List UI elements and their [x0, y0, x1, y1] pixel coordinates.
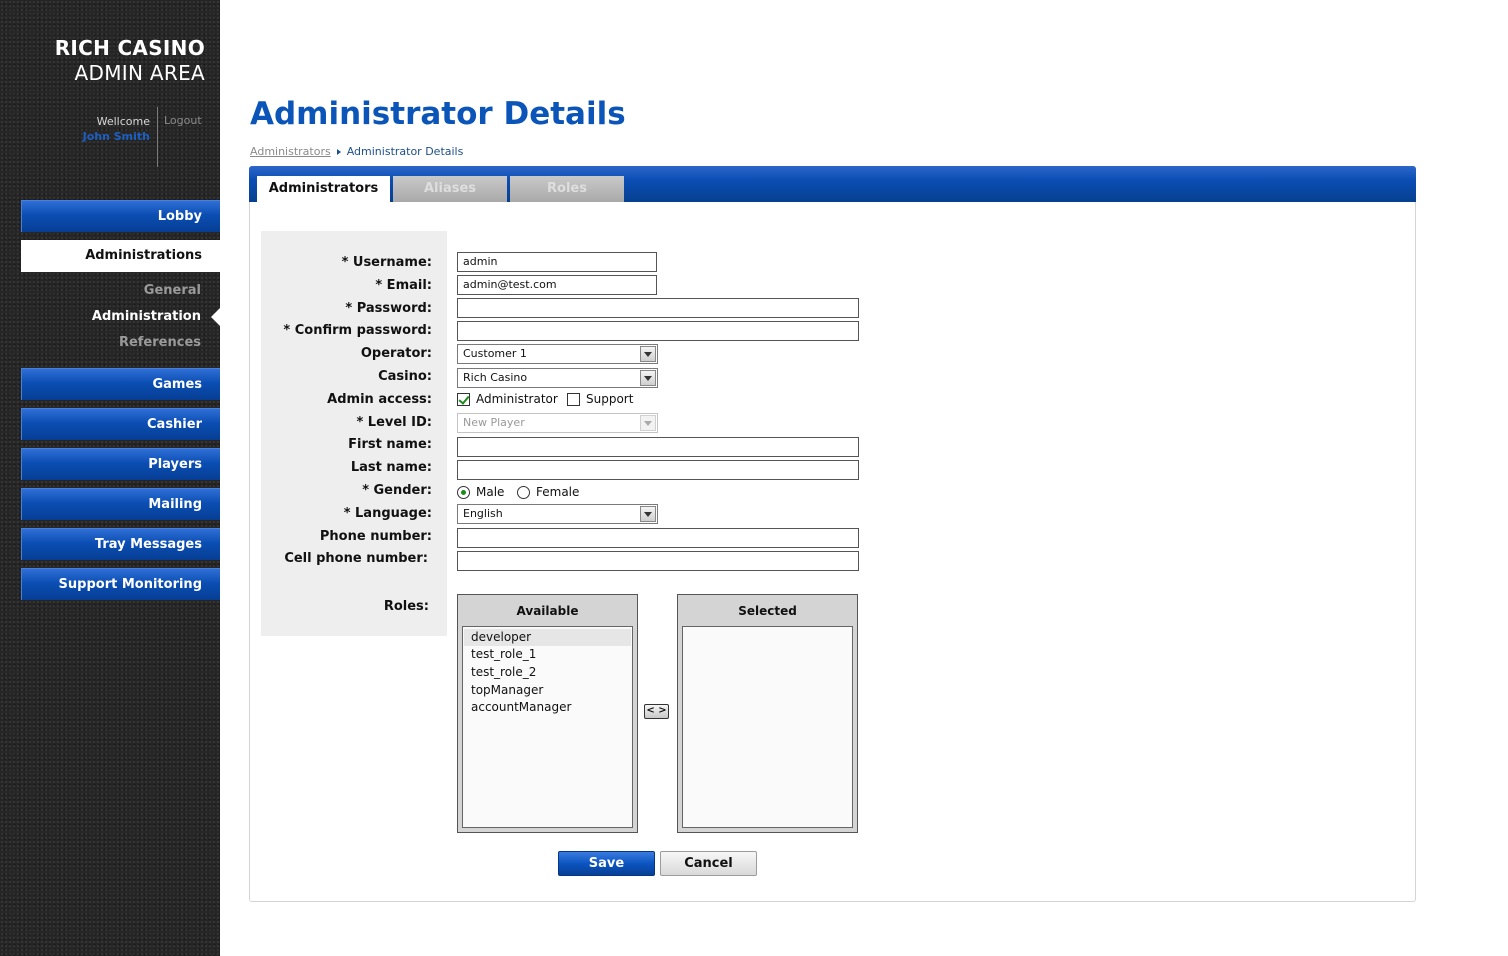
language-value: English [463, 507, 503, 520]
cancel-button[interactable]: Cancel [660, 851, 757, 876]
selected-roles-list[interactable] [682, 626, 853, 828]
tab-administrators[interactable]: Administrators [257, 176, 390, 202]
level-id-value: New Player [463, 416, 525, 429]
gender-male-label: Male [476, 485, 505, 499]
phone-number-input[interactable] [457, 528, 859, 548]
gender-male-radio[interactable] [457, 486, 470, 499]
cell-phone-number-input[interactable] [457, 551, 859, 571]
active-subnav-arrow-icon [211, 308, 220, 326]
tab-aliases[interactable]: Aliases [393, 176, 507, 202]
list-item[interactable]: topManager [464, 682, 631, 699]
selected-roles-box: Selected [677, 594, 858, 833]
brand-title: RICH CASINO [54, 36, 205, 60]
subnav-general[interactable]: General [144, 283, 201, 298]
list-item[interactable]: accountManager [464, 699, 631, 716]
casino-select[interactable]: Rich Casino [457, 368, 658, 388]
email-label: * Email: [375, 278, 432, 293]
last-name-label: Last name: [350, 460, 432, 475]
list-item[interactable]: test_role_1 [464, 646, 631, 663]
breadcrumb-current: Administrator Details [346, 145, 464, 158]
chevron-down-icon[interactable] [640, 370, 656, 386]
administrator-checkbox-label: Administrator [476, 392, 558, 406]
password-label: * Password: [345, 301, 432, 316]
subnav-administration[interactable]: Administration [92, 309, 201, 324]
subnav-references[interactable]: References [119, 335, 201, 350]
confirm-password-label: * Confirm password: [283, 323, 432, 338]
first-name-input[interactable] [457, 437, 859, 457]
support-checkbox-label: Support [586, 392, 634, 406]
gender-female-radio[interactable] [517, 486, 530, 499]
level-id-label: * Level ID: [356, 415, 432, 430]
email-input[interactable]: admin@test.com [457, 275, 657, 295]
list-item[interactable]: developer [464, 629, 631, 646]
app-root: RICH CASINO ADMIN AREA Wellcome John Smi… [0, 0, 1508, 956]
logout-link[interactable]: Logout [164, 114, 202, 127]
chevron-down-icon[interactable] [640, 346, 656, 362]
language-label: * Language: [343, 506, 432, 521]
nav-players[interactable]: Players [21, 448, 220, 480]
gender-female-label: Female [536, 485, 580, 499]
brand-subtitle: ADMIN AREA [74, 61, 205, 85]
welcome-block: Wellcome John Smith [60, 114, 150, 144]
admin-access-label: Admin access: [327, 392, 432, 407]
operator-value: Customer 1 [463, 347, 527, 360]
nav-games[interactable]: Games [21, 368, 220, 400]
operator-label: Operator: [360, 346, 432, 361]
first-name-label: First name: [348, 437, 432, 452]
welcome-divider [157, 107, 158, 167]
available-roles-box: Available developer test_role_1 test_rol… [457, 594, 638, 833]
move-roles-button[interactable]: < > [644, 704, 669, 719]
breadcrumb-link-administrators[interactable]: Administrators [250, 145, 331, 158]
selected-roles-title: Selected [738, 604, 797, 618]
operator-select[interactable]: Customer 1 [457, 344, 658, 364]
administrator-checkbox[interactable] [457, 393, 470, 406]
support-checkbox[interactable] [567, 393, 580, 406]
chevron-down-icon [640, 415, 656, 431]
page-title: Administrator Details [250, 96, 626, 132]
nav-mailing[interactable]: Mailing [21, 488, 220, 520]
available-roles-list[interactable]: developer test_role_1 test_role_2 topMan… [462, 626, 633, 828]
casino-value: Rich Casino [463, 371, 528, 384]
roles-label: Roles: [383, 599, 429, 614]
last-name-input[interactable] [457, 460, 859, 480]
brand: RICH CASINO ADMIN AREA [55, 36, 205, 86]
nav-lobby[interactable]: Lobby [21, 200, 220, 232]
username-input[interactable]: admin [457, 252, 657, 272]
cell-phone-number-label: Cell phone number: [284, 551, 428, 566]
welcome-text: Wellcome [96, 115, 150, 128]
user-name: John Smith [82, 130, 150, 143]
nav-cashier[interactable]: Cashier [21, 408, 220, 440]
list-item[interactable]: test_role_2 [464, 664, 631, 681]
breadcrumb-arrow-icon [336, 149, 341, 155]
confirm-password-input[interactable] [457, 321, 859, 341]
available-roles-title: Available [516, 604, 579, 618]
nav-support-monitoring[interactable]: Support Monitoring [21, 568, 220, 600]
password-input[interactable] [457, 298, 859, 318]
tab-roles[interactable]: Roles [510, 176, 624, 202]
sidebar: RICH CASINO ADMIN AREA Wellcome John Smi… [0, 0, 220, 956]
save-button[interactable]: Save [558, 851, 655, 876]
language-select[interactable]: English [457, 504, 658, 524]
phone-number-label: Phone number: [319, 529, 432, 544]
gender-label: * Gender: [362, 483, 432, 498]
nav-administrations[interactable]: Administrations [21, 240, 220, 272]
breadcrumb: Administrators Administrator Details [250, 145, 463, 158]
nav-tray-messages[interactable]: Tray Messages [21, 528, 220, 560]
chevron-down-icon[interactable] [640, 506, 656, 522]
username-label: * Username: [341, 255, 432, 270]
casino-label: Casino: [378, 369, 432, 384]
level-id-select: New Player [457, 413, 658, 433]
